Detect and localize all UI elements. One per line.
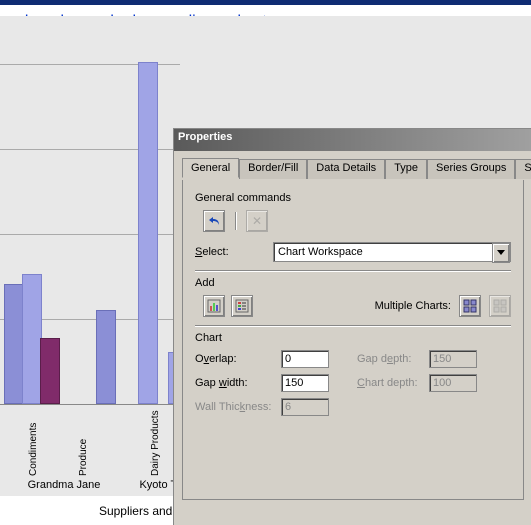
delete-icon: ✕ xyxy=(252,214,262,228)
tab-strip: General Border/Fill Data Details Type Se… xyxy=(182,157,524,178)
chart-plot-area: Condiments Produce Dairy Products Grandm… xyxy=(0,64,180,454)
wall-thickness-input xyxy=(281,398,329,416)
bar-dairy-s1[interactable] xyxy=(138,62,158,404)
bar-condiments-s3[interactable] xyxy=(40,338,60,404)
add-chart-icon xyxy=(207,299,221,313)
tab-show-hide[interactable]: Show/Hid xyxy=(515,159,531,179)
tab-series-groups[interactable]: Series Groups xyxy=(427,159,515,179)
bar-condiments-s1[interactable] xyxy=(4,284,24,404)
chevron-down-icon xyxy=(497,250,505,256)
add-chart-button[interactable] xyxy=(203,295,225,317)
app-window: ock and on order by supplier and categor… xyxy=(0,0,531,525)
add-legend-button[interactable] xyxy=(231,295,253,317)
select-combo[interactable] xyxy=(273,242,511,262)
bar-condiments-s2[interactable] xyxy=(22,274,42,404)
gap-depth-input xyxy=(429,350,477,368)
add-legend-icon xyxy=(235,299,249,313)
overlap-input[interactable] xyxy=(281,350,329,368)
select-dropdown-button[interactable] xyxy=(492,243,510,263)
xlabel-produce: Produce xyxy=(78,439,89,476)
chart-section-label: Chart xyxy=(195,332,511,344)
xlabel-dairy: Dairy Products xyxy=(150,410,161,476)
chart-depth-label: Chart depth: xyxy=(357,377,429,389)
chart-depth-input xyxy=(429,374,477,392)
dialog-title: Properties xyxy=(178,131,232,143)
add-section-label: Add xyxy=(195,277,511,289)
gap-depth-label: Gap depth: xyxy=(357,353,429,365)
properties-dialog: Properties General Border/Fill Data Deta… xyxy=(173,128,531,525)
select-label: Select: xyxy=(195,246,265,258)
multiple-charts-label: Multiple Charts: xyxy=(375,300,451,312)
cascade-icon xyxy=(493,299,507,313)
tab-type[interactable]: Type xyxy=(385,159,427,179)
gap-width-label: Gap width: xyxy=(195,377,281,389)
tab-border-fill[interactable]: Border/Fill xyxy=(239,159,307,179)
separator xyxy=(195,270,511,271)
x-axis-line xyxy=(0,404,180,405)
delete-button: ✕ xyxy=(246,210,268,232)
undo-icon xyxy=(207,215,221,227)
bar-produce-s1[interactable] xyxy=(96,310,116,404)
toolbar-separator xyxy=(235,212,236,230)
dialog-body: General Border/Fill Data Details Type Se… xyxy=(174,151,531,506)
undo-button[interactable] xyxy=(203,210,225,232)
general-commands-label: General commands xyxy=(195,192,511,204)
tab-data-details[interactable]: Data Details xyxy=(307,159,385,179)
tile-icon xyxy=(463,299,477,313)
multi-chart-cascade-button xyxy=(489,295,511,317)
group-label-grandma: Grandma Jane xyxy=(14,479,114,491)
overlap-label: Overlap: xyxy=(195,353,281,365)
separator xyxy=(195,325,511,326)
tab-panel-general: General commands ✕ Select: xyxy=(182,180,524,500)
bars-container xyxy=(0,64,180,404)
dialog-titlebar[interactable]: Properties xyxy=(174,129,531,151)
multi-chart-tile-button[interactable] xyxy=(459,295,481,317)
xlabel-condiments: Condiments xyxy=(28,423,39,476)
gap-width-input[interactable] xyxy=(281,374,329,392)
select-input[interactable] xyxy=(273,242,511,262)
tab-general[interactable]: General xyxy=(182,158,239,178)
wall-thickness-label: Wall Thickness: xyxy=(195,401,281,413)
